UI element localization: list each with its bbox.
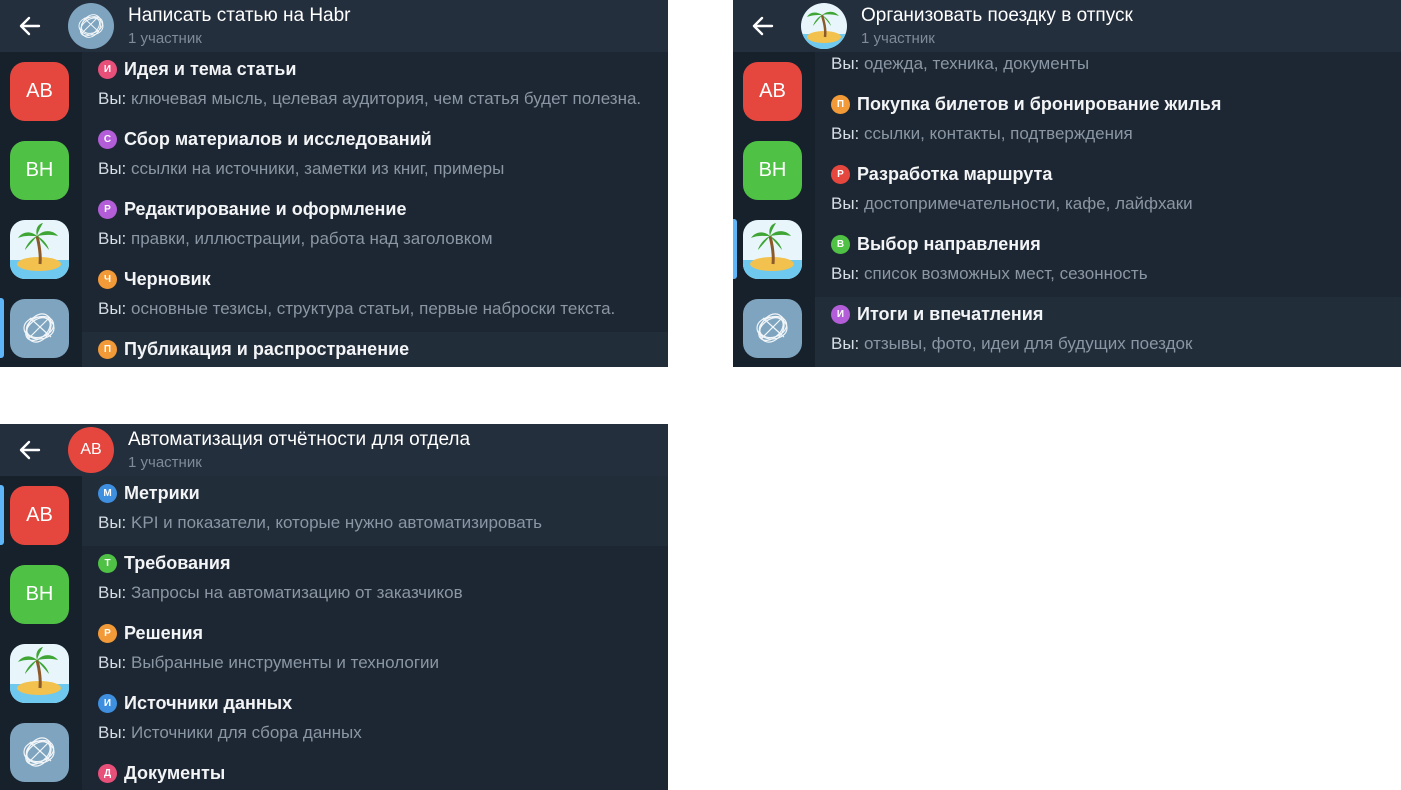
topic-title: Требования: [124, 553, 231, 573]
topic-title: Метрики: [124, 483, 200, 503]
topic-badge: С: [98, 130, 117, 149]
topic-badge: В: [831, 235, 850, 254]
chat-avatar-scribble[interactable]: [68, 3, 114, 49]
chat-member-count: 1 участник: [128, 30, 202, 47]
topic-title: Документы: [124, 763, 226, 783]
sidebar-chat-scribble[interactable]: [10, 299, 69, 358]
sidebar-chat-palm-island[interactable]: [10, 644, 69, 703]
chat-panel-vacation: Организовать поездку в отпуск 1 участник…: [733, 0, 1401, 367]
sidebar-chat-bh[interactable]: ВН: [10, 141, 69, 200]
topic-badge: Р: [98, 200, 117, 219]
topics-list: И Идея и тема статьи Вы: ключевая мысль, …: [82, 52, 668, 367]
topic-title: Публикация и распространение: [124, 339, 410, 359]
topic-preview: Вы: список возможных мест, сезонность: [831, 264, 1148, 283]
chat-member-count: 1 участник: [128, 454, 202, 471]
topic-preview: Вы: ключевая мысль, целевая аудитория, ч…: [98, 89, 642, 108]
folder-sidebar: АВ ВН: [733, 52, 815, 367]
topic-row[interactable]: Ч Черновик Вы: основные тезисы, структура…: [82, 262, 668, 333]
topic-title: Выбор направления: [857, 234, 1041, 254]
sidebar-chat-av[interactable]: АВ: [743, 62, 802, 121]
topic-row[interactable]: И Идея и тема статьи Вы: ключевая мысль, …: [82, 52, 668, 123]
back-arrow-icon[interactable]: [16, 12, 44, 40]
topic-row[interactable]: Р Решения Вы: Выбранные инструменты и тех…: [82, 616, 668, 687]
topics-list: Вы: одежда, техника, документы П Покупка …: [815, 17, 1401, 367]
topic-row[interactable]: И Итоги и впечатления Вы: отзывы, фото, и…: [815, 297, 1401, 367]
chat-header: Организовать поездку в отпуск 1 участник: [733, 0, 1401, 52]
topic-preview: Вы: отзывы, фото, идеи для будущих поезд…: [831, 334, 1193, 353]
topic-row[interactable]: С Сбор материалов и исследований Вы: ссыл…: [82, 122, 668, 193]
topic-title: Разработка маршрута: [857, 164, 1053, 184]
chat-title: Написать статью на Habr: [128, 5, 351, 26]
topic-preview: Вы: основные тезисы, структура статьи, п…: [98, 299, 616, 318]
topic-row[interactable]: М Метрики Вы: KPI и показатели, которые н…: [82, 476, 668, 547]
folder-sidebar: АВ ВН: [0, 52, 82, 367]
topic-title: Редактирование и оформление: [124, 199, 407, 219]
topic-badge: И: [831, 305, 850, 324]
chat-title: Организовать поездку в отпуск: [861, 5, 1133, 26]
topic-row[interactable]: П Покупка билетов и бронирование жилья Вы…: [815, 87, 1401, 158]
chat-header: Написать статью на Habr 1 участник: [0, 0, 668, 52]
topic-row[interactable]: Р Редактирование и оформление Вы: правки,…: [82, 192, 668, 263]
topic-badge: И: [98, 694, 117, 713]
sidebar-chat-bh[interactable]: ВН: [743, 141, 802, 200]
topic-row[interactable]: Т Требования Вы: Запросы на автоматизацию…: [82, 546, 668, 617]
topic-title: Итоги и впечатления: [857, 304, 1044, 324]
topic-row[interactable]: И Источники данных Вы: Источники для сбор…: [82, 686, 668, 757]
topic-badge: Ч: [98, 270, 117, 289]
active-folder-indicator: [0, 298, 4, 358]
topic-preview: Вы: правки, иллюстрации, работа над заго…: [98, 229, 493, 248]
sidebar-chat-av[interactable]: АВ: [10, 62, 69, 121]
sidebar-chat-av[interactable]: АВ: [10, 486, 69, 545]
sidebar-chat-palm-island[interactable]: [10, 220, 69, 279]
active-folder-indicator: [0, 485, 4, 545]
topic-badge: И: [98, 60, 117, 79]
sidebar-chat-scribble[interactable]: [743, 299, 802, 358]
topic-title: Покупка билетов и бронирование жилья: [857, 94, 1222, 114]
sidebar-chat-scribble[interactable]: [10, 723, 69, 782]
back-arrow-icon[interactable]: [16, 436, 44, 464]
topic-title: Сбор материалов и исследований: [124, 129, 432, 149]
topic-preview: Вы: Запросы на автоматизацию от заказчик…: [98, 583, 463, 602]
topic-preview: Вы: Выбранные инструменты и технологии: [98, 653, 440, 672]
chat-header: АВ Автоматизация отчётности для отдела 1…: [0, 424, 668, 476]
topic-badge: Д: [98, 764, 117, 783]
topic-preview: Вы: достопримечательности, кафе, лайфхак…: [831, 194, 1193, 213]
sidebar-chat-bh[interactable]: ВН: [10, 565, 69, 624]
topic-preview: Вы: ссылки, контакты, подтверждения: [831, 124, 1133, 143]
topic-preview: Вы: одежда, техника, документы: [831, 54, 1090, 73]
chat-member-count: 1 участник: [861, 30, 935, 47]
folder-sidebar: АВ ВН: [0, 476, 82, 790]
chat-panel-habr: Написать статью на Habr 1 участник АВ ВН…: [0, 0, 668, 367]
topic-preview: Вы: ссылки на источники, заметки из книг…: [98, 159, 505, 178]
topic-badge: Р: [831, 165, 850, 184]
topic-preview: Вы: Источники для сбора данных: [98, 723, 362, 742]
active-folder-indicator: [733, 219, 737, 279]
chat-title: Автоматизация отчётности для отдела: [128, 429, 471, 450]
topic-badge: М: [98, 484, 117, 503]
topic-row[interactable]: Д Документы: [82, 756, 668, 790]
topics-list: М Метрики Вы: KPI и показатели, которые н…: [82, 476, 668, 790]
topic-title: Источники данных: [124, 693, 293, 713]
sidebar-chat-palm-island[interactable]: [743, 220, 802, 279]
topic-badge: П: [98, 340, 117, 359]
chat-avatar-palm-island[interactable]: [801, 3, 847, 49]
topic-title: Идея и тема статьи: [124, 59, 297, 79]
chat-avatar-av[interactable]: АВ: [68, 427, 114, 473]
topic-title: Черновик: [124, 269, 211, 289]
topic-row[interactable]: П Публикация и распространение: [82, 332, 668, 367]
topic-preview: Вы: KPI и показатели, которые нужно авто…: [98, 513, 542, 532]
topic-row[interactable]: В Выбор направления Вы: список возможных …: [815, 227, 1401, 298]
topic-badge: П: [831, 95, 850, 114]
chat-panel-reporting: АВ Автоматизация отчётности для отдела 1…: [0, 424, 668, 790]
topic-badge: Т: [98, 554, 117, 573]
topic-badge: Р: [98, 624, 117, 643]
back-arrow-icon[interactable]: [749, 12, 777, 40]
topic-title: Решения: [124, 623, 204, 643]
topic-row[interactable]: Р Разработка маршрута Вы: достопримечател…: [815, 157, 1401, 228]
